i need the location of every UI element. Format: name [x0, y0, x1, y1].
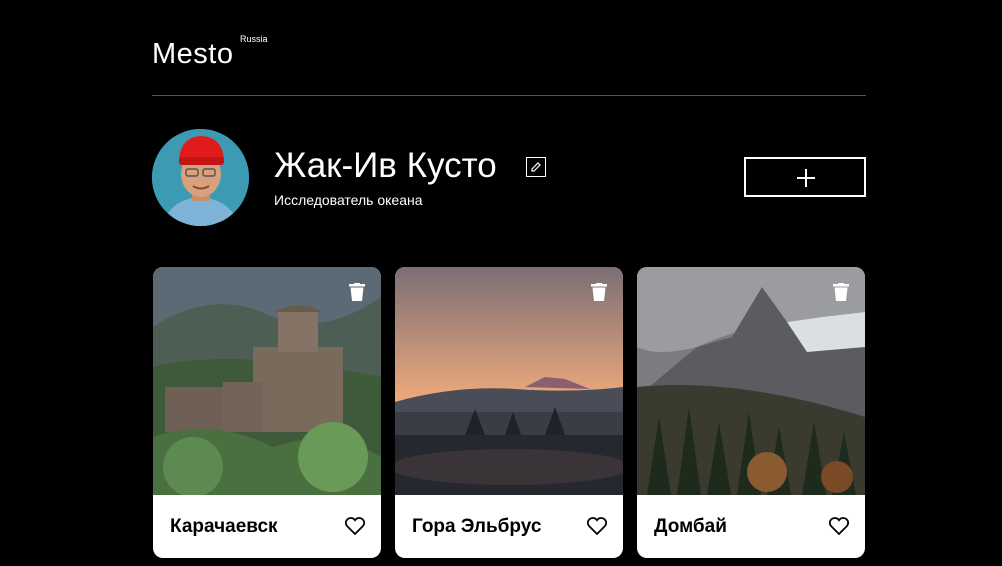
heart-icon[interactable]: [587, 517, 607, 535]
logo-superscript: Russia: [240, 34, 268, 44]
page: Mesto Russia Жак-Ив Кусто Исследователь …: [0, 0, 1002, 566]
header: Mesto Russia: [152, 30, 866, 96]
card-title: Гора Эльбрус: [412, 516, 542, 537]
card-title: Карачаевск: [170, 516, 278, 537]
card-title: Домбай: [654, 516, 727, 537]
heart-icon[interactable]: [345, 517, 365, 535]
pencil-icon: [531, 162, 541, 172]
card-image[interactable]: [637, 267, 865, 495]
card-image[interactable]: [153, 267, 381, 495]
card-image[interactable]: [395, 267, 623, 495]
card: Гора Эльбрус: [395, 267, 623, 558]
profile-name: Жак-Ив Кусто: [274, 146, 497, 185]
plus-icon: [797, 169, 815, 187]
avatar[interactable]: [152, 129, 249, 226]
card: Домбай: [637, 267, 865, 558]
profile-description: Исследователь океана: [274, 192, 423, 208]
trash-icon[interactable]: [833, 283, 849, 301]
trash-icon[interactable]: [349, 283, 365, 301]
heart-icon[interactable]: [829, 517, 849, 535]
card: Карачаевск: [153, 267, 381, 558]
logo-text: Mesto: [152, 38, 234, 70]
add-card-button[interactable]: [744, 157, 866, 197]
edit-profile-button[interactable]: [526, 157, 546, 177]
trash-icon[interactable]: [591, 283, 607, 301]
logo: Mesto: [152, 38, 233, 71]
